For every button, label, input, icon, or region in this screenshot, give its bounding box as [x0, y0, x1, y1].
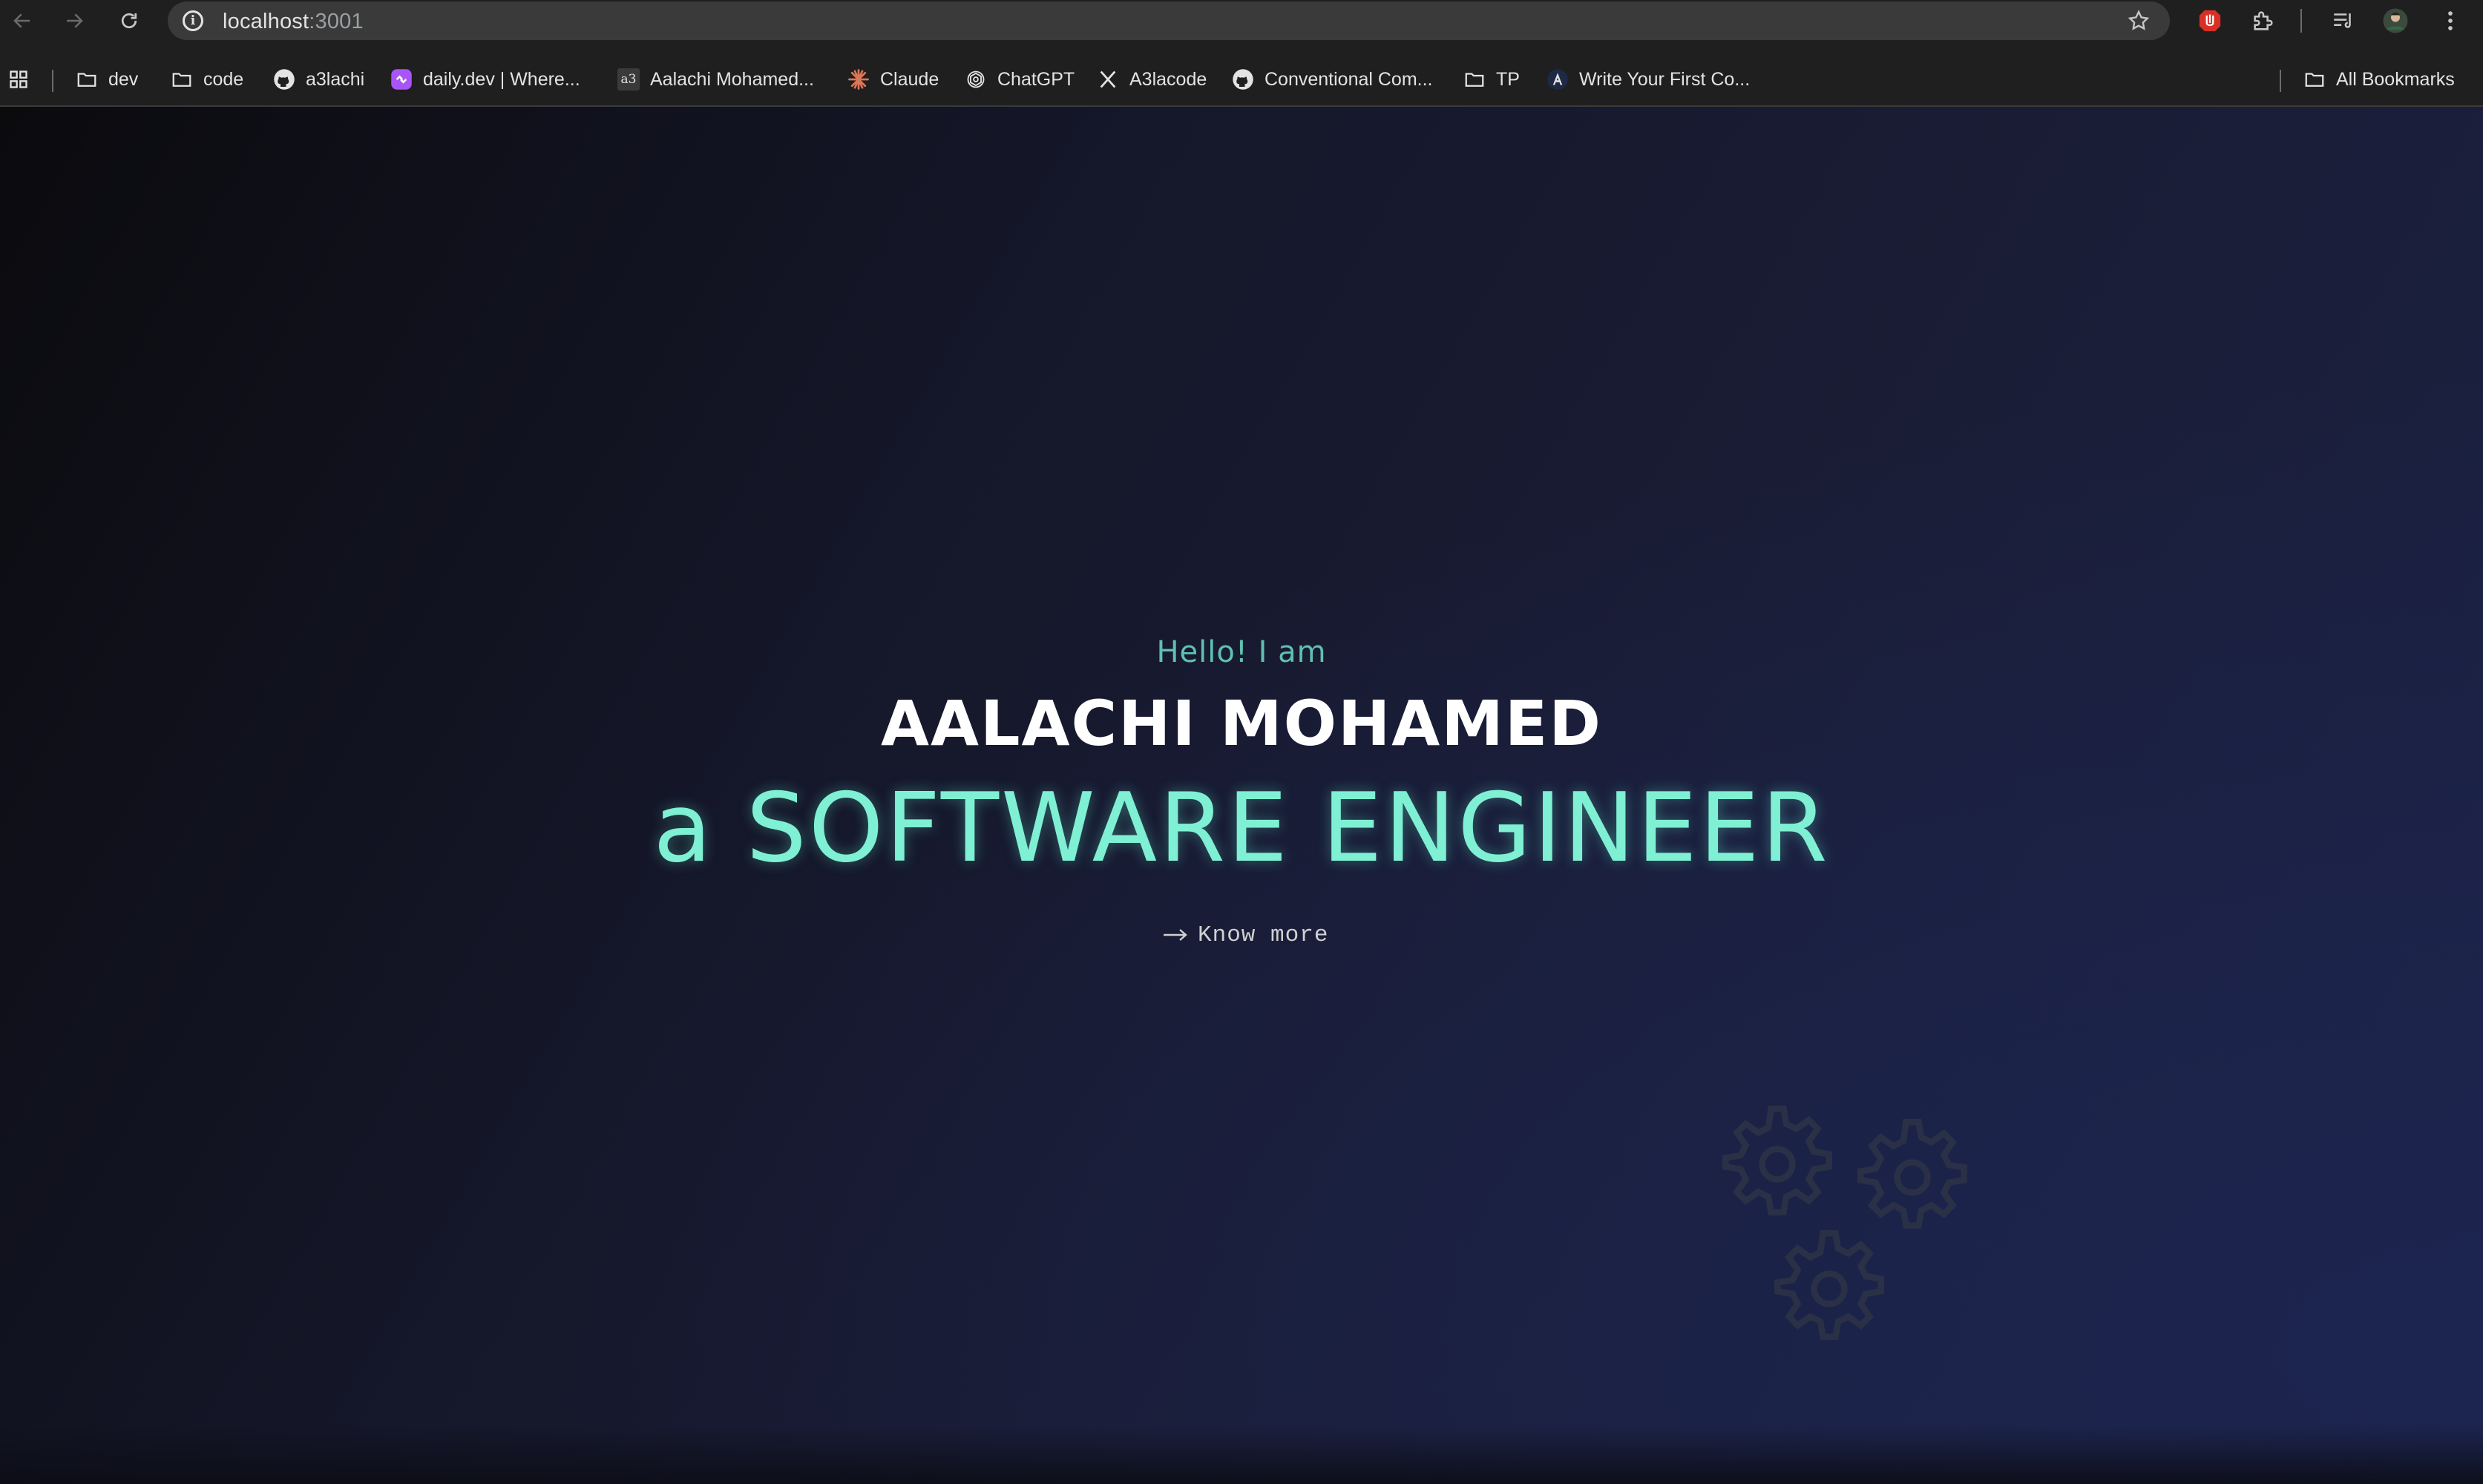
bookmark-star-icon[interactable] — [2127, 9, 2151, 33]
browser-chrome: i localhost:3001 dev code a3lachi daily.… — [0, 0, 2483, 107]
adblock-icon — [2199, 10, 2221, 32]
bookmark-label: a3lachi — [306, 68, 365, 90]
bookmark-dev[interactable]: dev — [76, 65, 138, 93]
arrow-right-icon — [1164, 929, 1187, 941]
bookmark-code[interactable]: code — [171, 65, 243, 93]
dailydev-icon — [390, 68, 413, 91]
bookmark-label: Claude — [880, 68, 939, 90]
hero-greeting: Hello! I am — [1156, 635, 1327, 669]
folder-icon — [1463, 68, 1486, 91]
adblock-extension-icon[interactable] — [2195, 6, 2225, 36]
x-icon — [1097, 68, 1119, 91]
bookmark-chatgpt[interactable]: ChatGPT — [965, 65, 1075, 93]
folder-icon — [2303, 68, 2326, 91]
back-button[interactable] — [6, 4, 39, 37]
bookmark-label: daily.dev | Where... — [423, 68, 580, 90]
bookmark-label: dev — [108, 68, 139, 90]
page-viewport: Hello! I am AALACHI MOHAMED a SOFTWARE E… — [0, 107, 2483, 1484]
bookmarks-separator — [2280, 70, 2281, 92]
url-host: localhost — [223, 10, 309, 33]
bookmark-a3lachi[interactable]: a3lachi — [273, 65, 364, 93]
gear-icon — [1722, 1105, 1832, 1215]
apps-button[interactable] — [7, 65, 40, 93]
playlist-icon — [2334, 13, 2351, 28]
toolbar-separator — [2300, 9, 2302, 33]
site-info-icon[interactable]: i — [183, 10, 203, 31]
url-port: :3001 — [309, 10, 364, 33]
a3-icon: a3 — [617, 68, 640, 91]
bookmark-label: Write Your First Co... — [1579, 68, 1751, 90]
all-bookmarks-label: All Bookmarks — [2336, 68, 2455, 90]
gears-decoration — [1714, 1101, 1996, 1368]
forward-button[interactable] — [58, 4, 91, 37]
browser-menu-button[interactable] — [2436, 6, 2465, 36]
bookmark-label: A3lacode — [1129, 68, 1207, 90]
know-more-label: Know more — [1198, 922, 1329, 948]
bookmark-a3lacode[interactable]: A3lacode — [1097, 65, 1207, 93]
gear-icon — [1774, 1229, 1884, 1340]
bookmarks-separator — [52, 70, 53, 92]
gear-icon — [1857, 1118, 1967, 1229]
browser-toolbar: i localhost:3001 — [0, 0, 2483, 42]
angular-icon — [1546, 68, 1569, 91]
bookmark-aalachi-mohamed[interactable]: a3 Aalachi Mohamed... — [617, 65, 814, 93]
media-control-button[interactable] — [2329, 6, 2358, 36]
url-text[interactable]: localhost:3001 — [223, 10, 364, 34]
bookmark-tp[interactable]: TP — [1463, 65, 1520, 93]
extensions-button[interactable] — [2249, 6, 2278, 36]
bookmark-label: code — [203, 68, 244, 90]
github-icon — [273, 68, 295, 91]
forward-arrow-icon — [67, 13, 83, 28]
hero-name: AALACHI MOHAMED — [880, 687, 1602, 760]
hero-role: a SOFTWARE ENGINEER — [653, 773, 1830, 884]
bookmark-conventional-commits[interactable]: Conventional Com... — [1232, 65, 1433, 93]
bookmark-write-your-first[interactable]: Write Your First Co... — [1546, 65, 1750, 93]
bookmark-label: Aalachi Mohamed... — [650, 68, 814, 90]
address-bar[interactable]: i localhost:3001 — [168, 1, 2170, 40]
profile-avatar[interactable] — [2381, 6, 2410, 36]
reload-button[interactable] — [113, 4, 145, 37]
bookmarks-bar: dev code a3lachi daily.dev | Where... a3… — [0, 59, 2483, 99]
puzzle-icon — [2254, 11, 2273, 30]
bookmark-label: TP — [1496, 68, 1520, 90]
avatar-icon — [2383, 8, 2408, 33]
folder-icon — [76, 68, 98, 91]
bookmark-label: Conventional Com... — [1265, 68, 1433, 90]
know-more-link[interactable]: Know more — [1162, 917, 1328, 953]
bookmark-label: ChatGPT — [997, 68, 1075, 90]
apps-grid-icon — [7, 68, 30, 91]
back-arrow-icon — [13, 13, 30, 28]
kebab-menu-icon — [2448, 11, 2453, 30]
bookmark-claude[interactable]: Claude — [847, 65, 939, 93]
reload-icon — [121, 13, 137, 29]
github-icon — [1232, 68, 1254, 91]
claude-icon — [847, 68, 870, 91]
all-bookmarks-button[interactable]: All Bookmarks — [2303, 65, 2455, 93]
folder-icon — [171, 68, 193, 91]
chatgpt-icon — [965, 68, 987, 91]
bookmark-dailydev[interactable]: daily.dev | Where... — [390, 65, 580, 93]
